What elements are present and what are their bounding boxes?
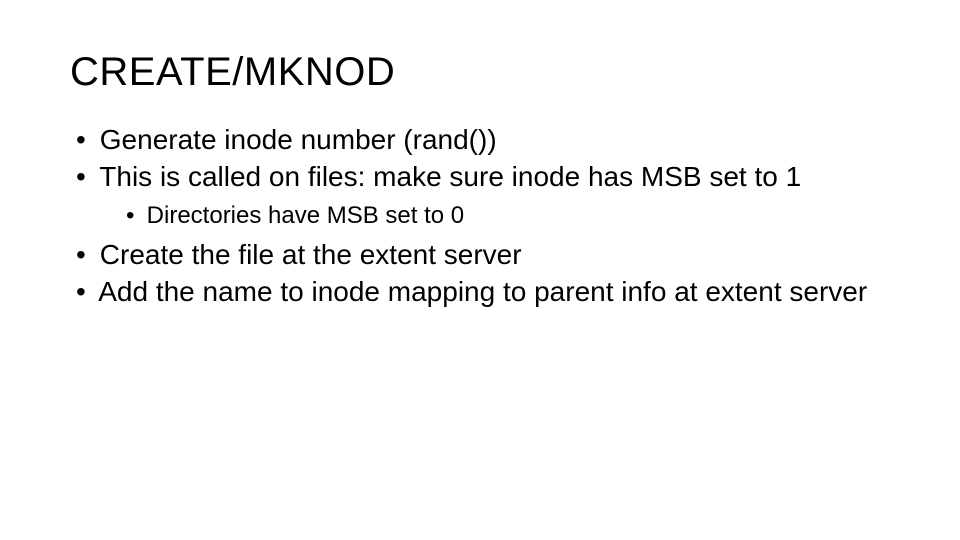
list-item: This is called on files: make sure inode… — [70, 159, 900, 231]
bullet-text: This is called on files: make sure inode… — [99, 161, 801, 192]
list-item: Directories have MSB set to 0 — [120, 200, 900, 231]
bullet-text: Add the name to inode mapping to parent … — [98, 276, 867, 307]
slide-title: CREATE/MKNOD — [70, 50, 900, 94]
list-item: Add the name to inode mapping to parent … — [70, 274, 900, 309]
bullet-text: Directories have MSB set to 0 — [147, 202, 464, 229]
list-item: Generate inode number (rand()) — [70, 122, 900, 157]
slide: CREATE/MKNOD Generate inode number (rand… — [0, 0, 960, 540]
bullet-list: Generate inode number (rand()) This is c… — [70, 122, 900, 309]
list-item: Create the file at the extent server — [70, 237, 900, 272]
bullet-text: Create the file at the extent server — [100, 239, 522, 270]
sub-bullet-list: Directories have MSB set to 0 — [120, 200, 900, 231]
bullet-text: Generate inode number (rand()) — [100, 124, 497, 155]
